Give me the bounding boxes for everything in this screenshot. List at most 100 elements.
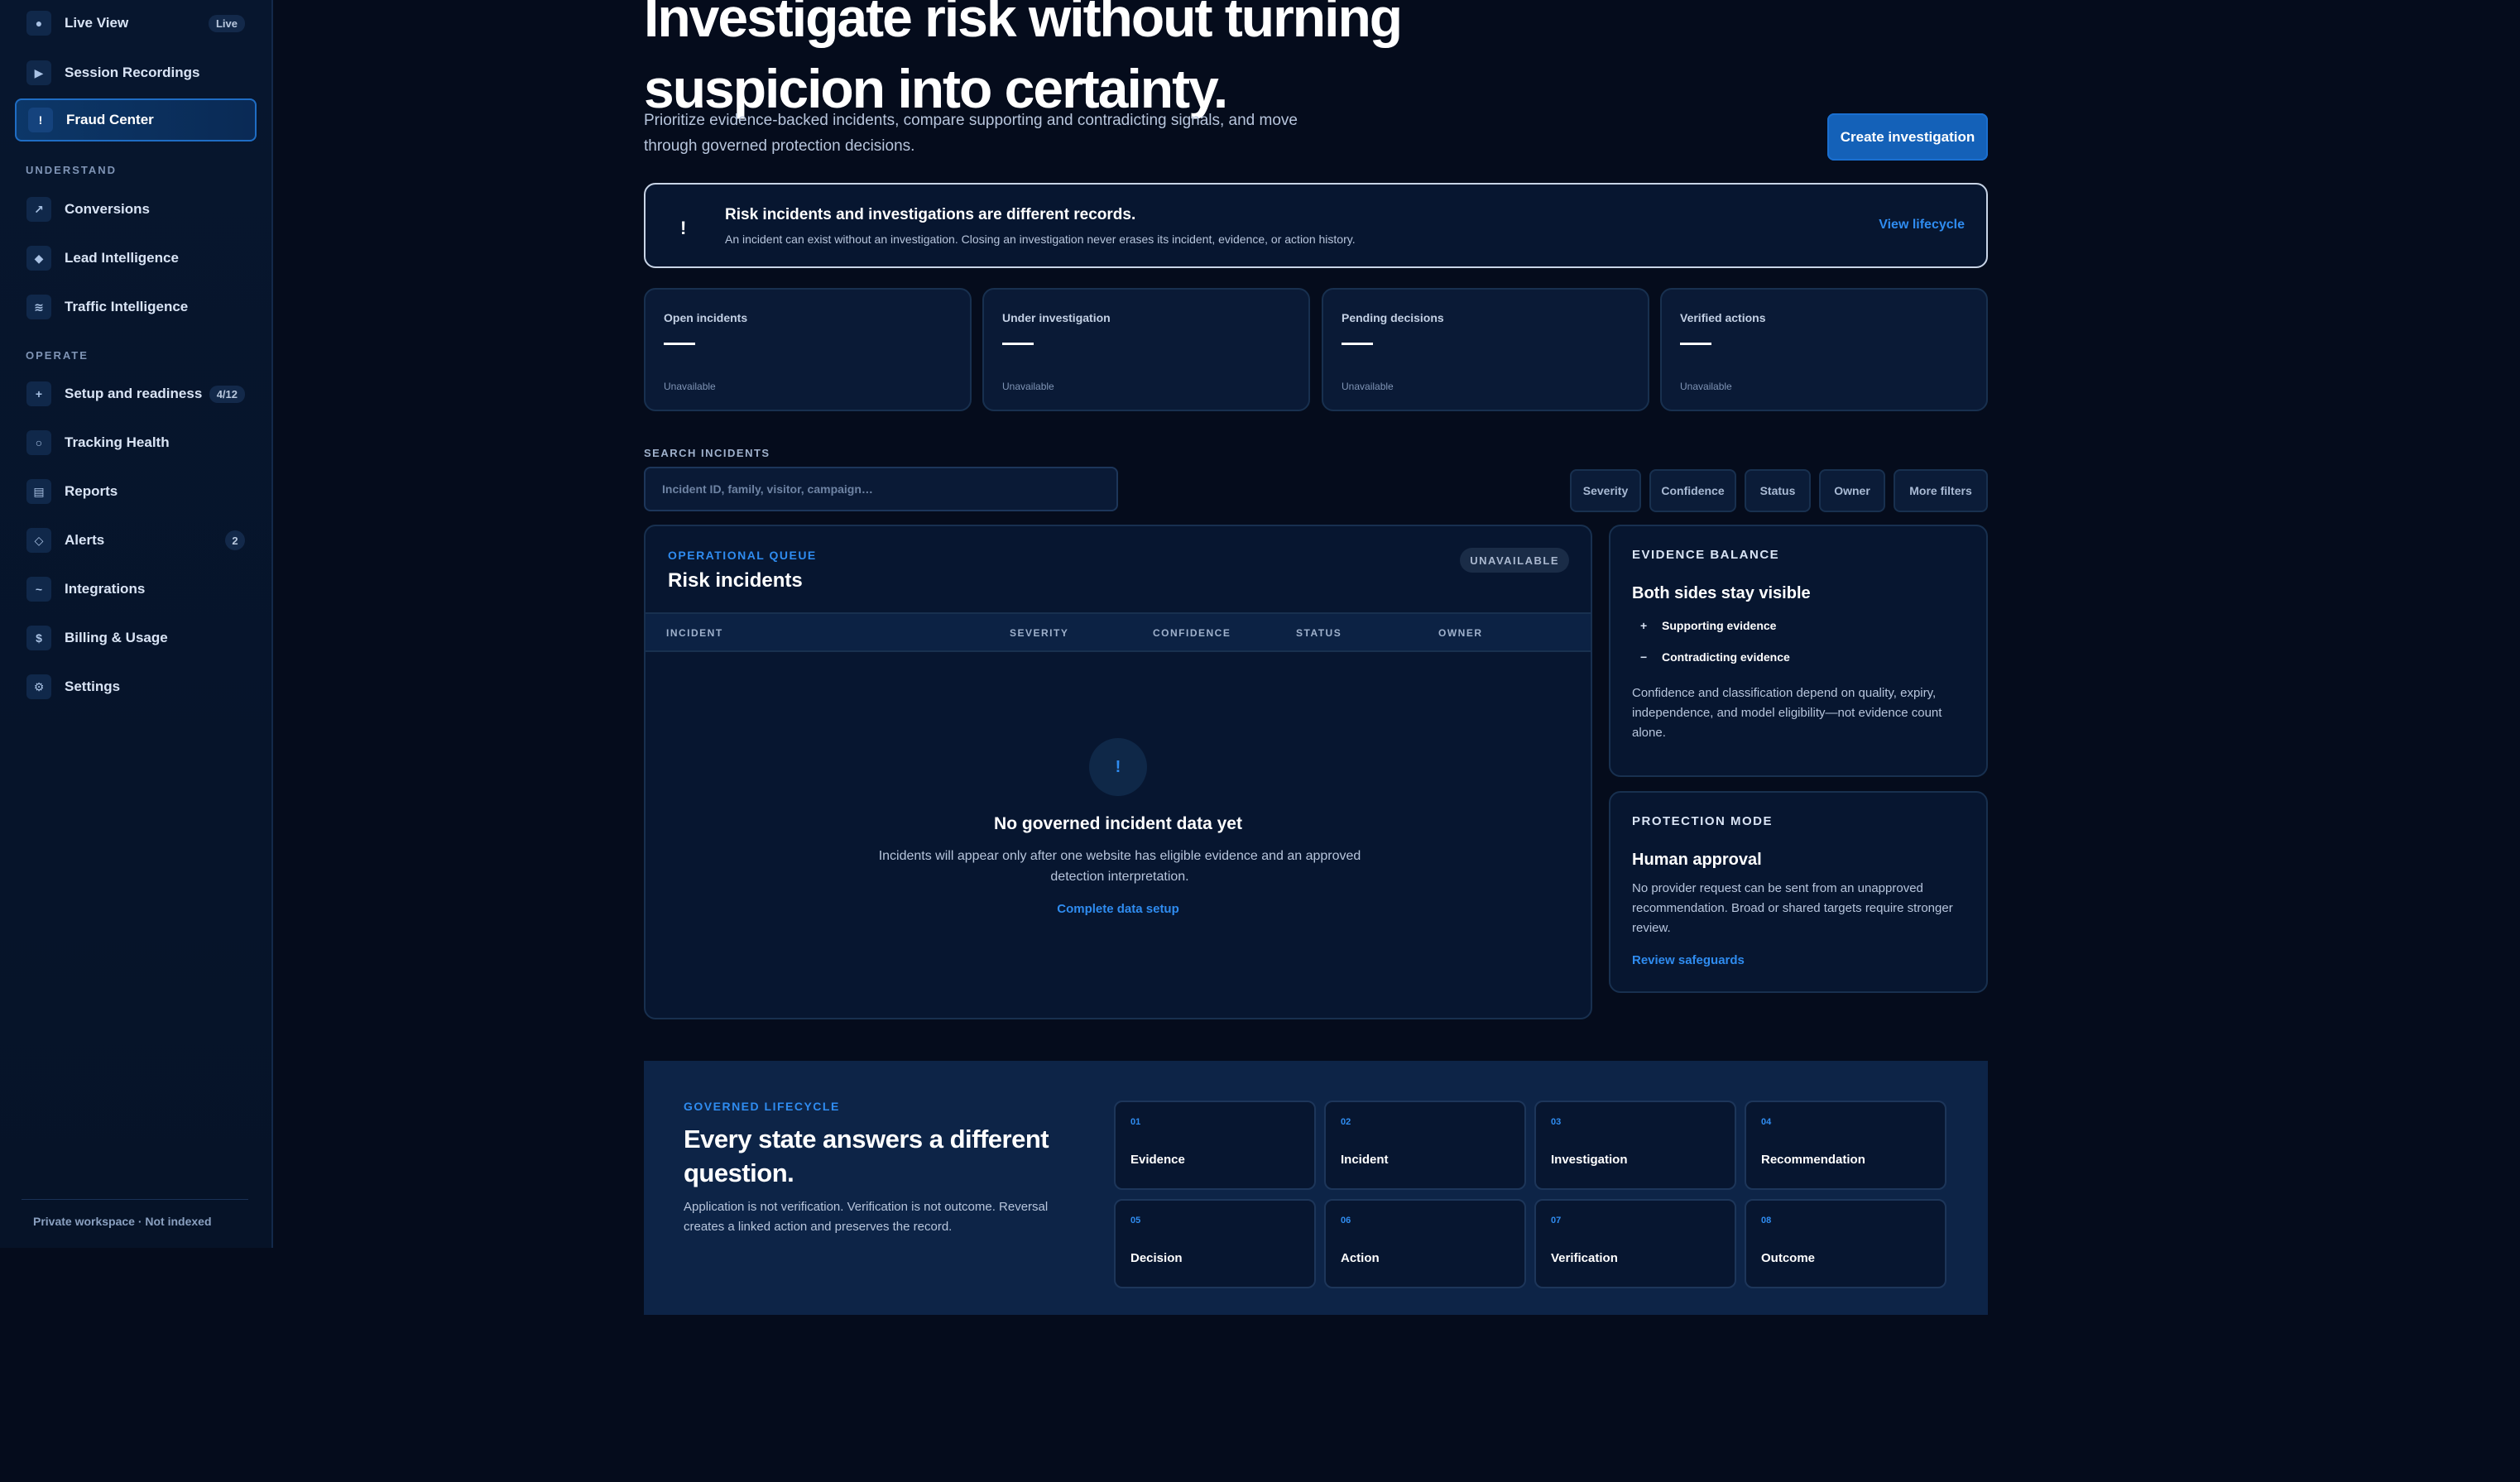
empty-state-title: No governed incident data yet	[994, 814, 1242, 833]
filter-status-button[interactable]: Status	[1745, 469, 1811, 512]
stat-status: Unavailable	[1680, 381, 1732, 392]
step-number: 04	[1761, 1117, 1772, 1127]
stat-card-pending-decisions: Pending decisions Unavailable	[1322, 288, 1649, 411]
protection-mode-text: No provider request can be sent from an …	[1632, 881, 1953, 935]
column-header-owner[interactable]: OWNER	[1438, 627, 1483, 639]
review-safeguards-link[interactable]: Review safeguards	[1632, 953, 1745, 967]
alerts-count-badge: 2	[225, 530, 245, 550]
search-input[interactable]	[644, 467, 1118, 511]
sidebar-item-billing-usage[interactable]: $ Billing & Usage	[15, 616, 257, 659]
notice-text: An incident can exist without an investi…	[725, 233, 1356, 246]
lifecycle-text: Application is not verification. Verific…	[684, 1200, 1049, 1234]
table-header: INCIDENT SEVERITY CONFIDENCE STATUS OWNE…	[646, 612, 1591, 652]
empty-state-icon: !	[1089, 738, 1147, 796]
evidence-label: Contradicting evidence	[1662, 650, 1790, 664]
stat-status: Unavailable	[1342, 381, 1394, 392]
evidence-balance-eyebrow: EVIDENCE BALANCE	[1632, 548, 1780, 562]
stat-value-placeholder	[1342, 343, 1373, 345]
report-icon: ▤	[26, 479, 51, 504]
waves-icon: ≋	[26, 295, 51, 319]
more-filters-button[interactable]: More filters	[1894, 469, 1988, 512]
sidebar-divider	[22, 1199, 248, 1200]
stat-label: Verified actions	[1680, 311, 1766, 324]
stat-label: Under investigation	[1002, 311, 1111, 324]
lifecycle-eyebrow: GOVERNED LIFECYCLE	[684, 1100, 840, 1113]
step-number: 03	[1551, 1117, 1562, 1127]
stat-label: Open incidents	[664, 311, 748, 324]
setup-progress-badge: 4/12	[209, 385, 245, 403]
filter-confidence-button[interactable]: Confidence	[1649, 469, 1736, 512]
sidebar-item-reports[interactable]: ▤ Reports	[15, 470, 257, 513]
lifecycle-step-verification[interactable]: 07 Verification	[1534, 1199, 1736, 1288]
protection-mode-card: PROTECTION MODE Human approval No provid…	[1609, 791, 1988, 993]
sidebar-item-traffic-intelligence[interactable]: ≋ Traffic Intelligence	[15, 285, 257, 329]
lifecycle-step-incident[interactable]: 02 Incident	[1324, 1101, 1526, 1190]
evidence-balance-title: Both sides stay visible	[1632, 584, 1811, 602]
sidebar-item-setup-and-readiness[interactable]: + Setup and readiness 4/12	[15, 372, 257, 415]
play-icon: ▶	[26, 60, 51, 85]
lifecycle-step-decision[interactable]: 05 Decision	[1114, 1199, 1316, 1288]
step-number: 01	[1130, 1117, 1141, 1127]
stat-label: Pending decisions	[1342, 311, 1444, 324]
step-number: 05	[1130, 1216, 1141, 1225]
filter-owner-button[interactable]: Owner	[1819, 469, 1885, 512]
stat-value-placeholder	[1680, 343, 1711, 345]
sidebar-item-tracking-health[interactable]: ○ Tracking Health	[15, 421, 257, 464]
step-name: Verification	[1551, 1251, 1618, 1265]
plus-icon: +	[26, 381, 51, 406]
sidebar-item-label: Reports	[65, 483, 118, 499]
lifecycle-step-investigation[interactable]: 03 Investigation	[1534, 1101, 1736, 1190]
stat-status: Unavailable	[664, 381, 716, 392]
circle-icon: ○	[26, 430, 51, 455]
sidebar-item-alerts[interactable]: ◇ Alerts 2	[15, 519, 257, 562]
exclamation-icon: !	[680, 218, 687, 238]
dollar-icon: $	[26, 626, 51, 650]
sidebar-item-live-view[interactable]: ● Live View Live	[15, 2, 257, 45]
sidebar-item-session-recordings[interactable]: ▶ Session Recordings	[15, 51, 257, 94]
sidebar-item-label: Alerts	[65, 532, 105, 548]
sidebar-item-label: Conversions	[65, 201, 150, 217]
contradicting-evidence-item: − Contradicting evidence	[1640, 650, 1790, 664]
notice-title: Risk incidents and investigations are di…	[725, 206, 1136, 223]
sidebar-item-label: Traffic Intelligence	[65, 299, 189, 314]
sidebar-item-label: Settings	[65, 679, 121, 694]
exclamation-icon: !	[28, 108, 53, 132]
risk-incidents-queue: OPERATIONAL QUEUE Risk incidents UNAVAIL…	[644, 525, 1592, 1019]
lifecycle-step-recommendation[interactable]: 04 Recommendation	[1745, 1101, 1946, 1190]
step-number: 02	[1341, 1117, 1351, 1127]
column-header-confidence[interactable]: CONFIDENCE	[1153, 627, 1231, 639]
link-icon: ~	[26, 577, 51, 602]
status-badge: UNAVAILABLE	[1460, 548, 1569, 573]
step-name: Outcome	[1761, 1251, 1816, 1265]
lifecycle-step-outcome[interactable]: 08 Outcome	[1745, 1199, 1946, 1288]
lifecycle-title: Every state answers a different question…	[684, 1125, 1049, 1187]
sidebar-item-integrations[interactable]: ~ Integrations	[15, 568, 257, 611]
sidebar-item-conversions[interactable]: ↗ Conversions	[15, 188, 257, 231]
sidebar-item-label: Live View	[65, 15, 129, 31]
lifecycle-step-action[interactable]: 06 Action	[1324, 1199, 1526, 1288]
create-investigation-button[interactable]: Create investigation	[1827, 113, 1988, 161]
sidebar-item-fraud-center[interactable]: ! Fraud Center	[15, 98, 257, 141]
sidebar: ● Live View Live ▶ Session Recordings ! …	[0, 0, 273, 1248]
lifecycle-step-evidence[interactable]: 01 Evidence	[1114, 1101, 1316, 1190]
complete-data-setup-link[interactable]: Complete data setup	[646, 902, 1591, 916]
filter-severity-button[interactable]: Severity	[1570, 469, 1641, 512]
workspace-footer: Private workspace · Not indexed	[33, 1215, 212, 1228]
evidence-balance-card: EVIDENCE BALANCE Both sides stay visible…	[1609, 525, 1988, 777]
sidebar-item-label: Tracking Health	[65, 434, 170, 450]
stat-card-verified-actions: Verified actions Unavailable	[1660, 288, 1988, 411]
step-name: Action	[1341, 1251, 1380, 1265]
section-label-operate: OPERATE	[26, 349, 89, 362]
column-header-incident[interactable]: INCIDENT	[666, 627, 723, 639]
column-header-status[interactable]: STATUS	[1296, 627, 1342, 639]
sidebar-item-settings[interactable]: ⚙ Settings	[15, 665, 257, 708]
section-label-understand: UNDERSTAND	[26, 164, 118, 176]
diamond-icon: ◆	[26, 246, 51, 271]
view-lifecycle-link[interactable]: View lifecycle	[1879, 218, 1965, 233]
column-header-severity[interactable]: SEVERITY	[1010, 627, 1068, 639]
gear-icon: ⚙	[26, 674, 51, 699]
page-title: Investigate risk without turning suspici…	[644, 0, 1403, 119]
sidebar-item-lead-intelligence[interactable]: ◆ Lead Intelligence	[15, 237, 257, 280]
step-number: 07	[1551, 1216, 1562, 1225]
step-name: Investigation	[1551, 1153, 1628, 1167]
